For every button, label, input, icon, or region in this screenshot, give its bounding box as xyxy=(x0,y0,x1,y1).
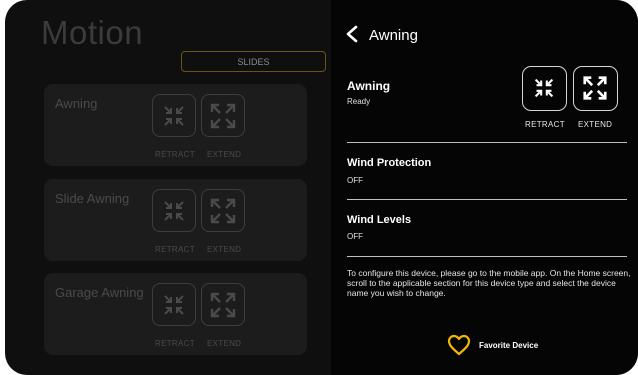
retract-label: RETRACT xyxy=(525,120,565,129)
extend-button[interactable] xyxy=(201,94,245,137)
extend-arrows-icon xyxy=(210,103,236,129)
retract-label: RETRACT xyxy=(155,339,195,348)
device-name: Awning xyxy=(347,79,391,93)
awning-detail-panel: Awning Awning Ready RETRACT EXTEND Wind … xyxy=(331,0,638,375)
divider xyxy=(347,142,627,143)
awning-card: Awning RETRACT EXTEND xyxy=(44,84,307,166)
card-title: Slide Awning xyxy=(55,191,130,206)
favorite-device-label: Favorite Device xyxy=(479,340,539,350)
retract-button[interactable] xyxy=(152,94,196,137)
back-chevron-icon[interactable] xyxy=(345,25,359,43)
retract-arrows-icon xyxy=(164,295,184,315)
wind-levels-title: Wind Levels xyxy=(347,214,412,226)
motion-page-background: Motion SLIDES Awning RETRACT EXTEND Slid… xyxy=(5,0,335,375)
extend-label: EXTEND xyxy=(207,245,242,254)
heart-icon xyxy=(447,334,471,356)
extend-button[interactable] xyxy=(201,283,245,326)
configure-info-text: To configure this device, please go to t… xyxy=(347,268,631,298)
extend-button[interactable] xyxy=(201,189,245,232)
retract-arrows-icon xyxy=(164,106,184,126)
extend-label: EXTEND xyxy=(207,150,242,159)
panel-title: Awning xyxy=(369,27,418,44)
retract-label: RETRACT xyxy=(155,150,195,159)
card-title: Awning xyxy=(55,96,98,111)
favorite-device-button[interactable]: Favorite Device xyxy=(447,334,538,356)
retract-arrows-icon xyxy=(534,78,554,98)
divider xyxy=(347,199,627,200)
device-status: Ready xyxy=(347,97,371,106)
card-title: Garage Awning xyxy=(55,285,144,300)
extend-arrows-icon xyxy=(583,76,607,100)
wind-levels-value: OFF xyxy=(347,232,363,241)
wind-protection-title: Wind Protection xyxy=(347,157,432,169)
garage-awning-card: Garage Awning RETRACT EXTEND xyxy=(44,273,307,355)
extend-button[interactable] xyxy=(573,66,618,111)
retract-button[interactable] xyxy=(152,283,196,326)
page-title: Motion xyxy=(41,14,144,51)
app-screen: Motion SLIDES Awning RETRACT EXTEND Slid… xyxy=(5,0,638,375)
extend-arrows-icon xyxy=(210,292,236,318)
tab-slides[interactable]: SLIDES xyxy=(181,51,326,72)
retract-button[interactable] xyxy=(522,66,567,111)
extend-label: EXTEND xyxy=(207,339,242,348)
retract-label: RETRACT xyxy=(155,245,195,254)
extend-arrows-icon xyxy=(210,198,236,224)
divider xyxy=(347,256,627,257)
retract-button[interactable] xyxy=(152,189,196,232)
retract-arrows-icon xyxy=(164,201,184,221)
extend-label: EXTEND xyxy=(578,120,613,129)
wind-protection-value: OFF xyxy=(347,176,363,185)
slide-awning-card: Slide Awning RETRACT EXTEND xyxy=(44,179,307,261)
